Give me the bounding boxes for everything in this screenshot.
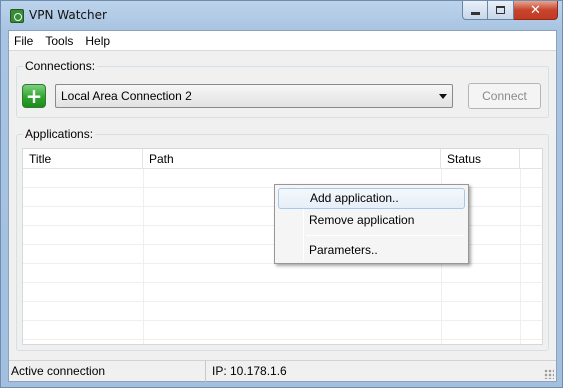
plus-icon: +: [25, 84, 43, 108]
chevron-down-icon: [439, 94, 447, 99]
context-menu: Add application.. Remove application Par…: [274, 184, 469, 264]
context-menu-separator: [306, 235, 464, 236]
app-window: VPN Watcher ✕ File Tools Help Connection…: [0, 0, 563, 388]
connections-group: Connections: + Local Area Connection 2 C…: [16, 59, 549, 118]
column-header-title[interactable]: Title: [23, 149, 143, 169]
close-icon: ✕: [530, 2, 541, 18]
list-header: Title Path Status: [23, 149, 542, 169]
column-header-extra[interactable]: [520, 149, 542, 169]
connection-select[interactable]: Local Area Connection 2: [55, 84, 453, 108]
list-row[interactable]: [23, 302, 542, 321]
menu-help[interactable]: Help: [79, 34, 116, 48]
add-connection-button[interactable]: +: [22, 84, 46, 108]
column-header-status[interactable]: Status: [441, 149, 520, 169]
menu-file[interactable]: File: [9, 34, 39, 48]
menu-tools[interactable]: Tools: [39, 34, 79, 48]
resize-grip-icon[interactable]: [544, 369, 554, 379]
close-button[interactable]: ✕: [514, 1, 558, 20]
menu-bar: File Tools Help: [9, 31, 556, 51]
list-row[interactable]: [23, 283, 542, 302]
vpn-watcher-app-icon: [10, 9, 24, 23]
list-row[interactable]: [23, 321, 542, 340]
menu-item-parameters[interactable]: Parameters..: [278, 240, 465, 261]
window-title: VPN Watcher: [29, 8, 107, 22]
connection-select-value: Local Area Connection 2: [61, 89, 192, 103]
connections-label: Connections:: [23, 59, 98, 73]
maximize-button[interactable]: [488, 1, 514, 20]
connect-button[interactable]: Connect: [468, 83, 541, 109]
minimize-icon: [470, 11, 480, 15]
column-header-path[interactable]: Path: [143, 149, 441, 169]
status-connection: Active connection: [9, 361, 206, 382]
applications-label: Applications:: [23, 127, 96, 141]
menu-item-remove-application[interactable]: Remove application: [278, 210, 465, 231]
menu-item-add-application[interactable]: Add application..: [278, 188, 465, 209]
status-bar: Active connection IP: 10.178.1.6: [9, 360, 556, 382]
status-ip: IP: 10.178.1.6: [212, 364, 287, 378]
title-bar[interactable]: VPN Watcher ✕: [1, 1, 563, 30]
minimize-button[interactable]: [462, 1, 488, 20]
maximize-icon: [496, 6, 505, 14]
caption-buttons: ✕: [462, 1, 558, 21]
list-row[interactable]: [23, 264, 542, 283]
